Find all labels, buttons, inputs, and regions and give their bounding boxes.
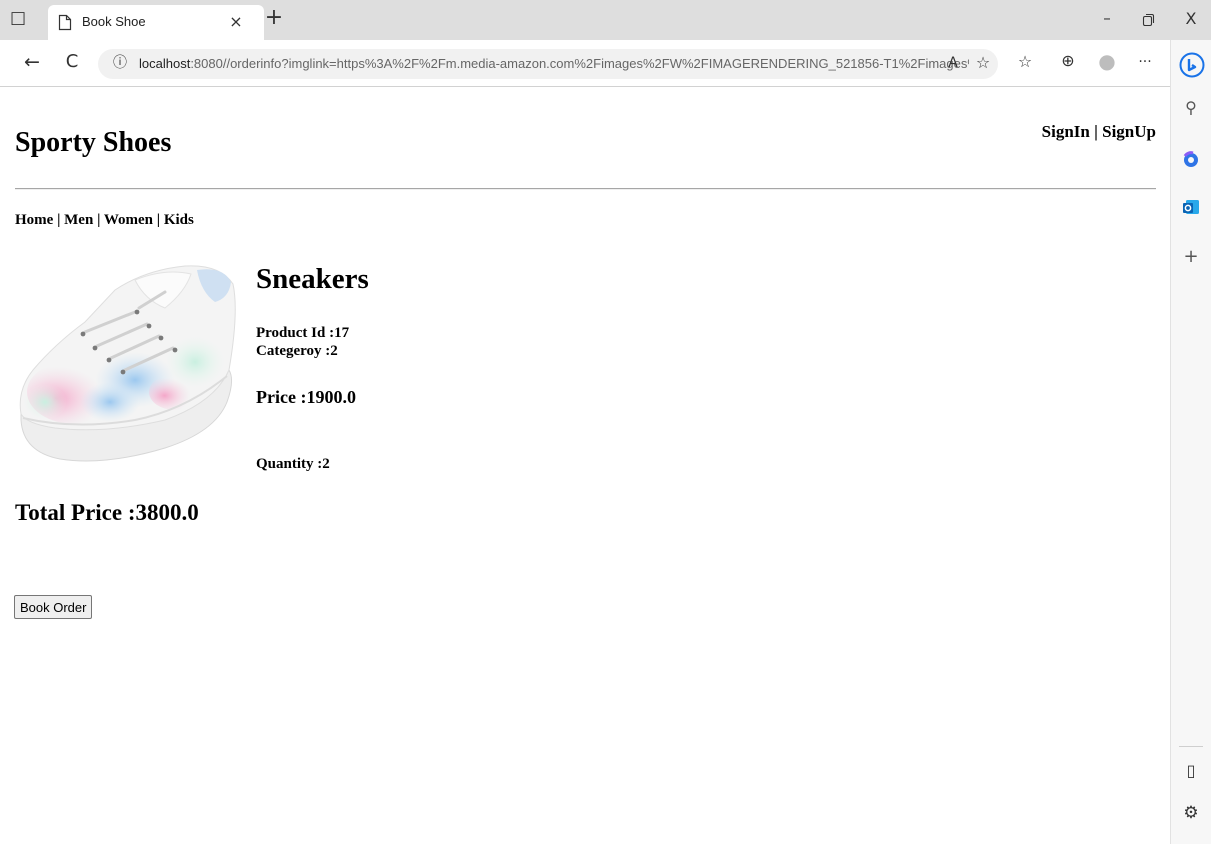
product-image xyxy=(19,265,236,462)
auth-separator: | xyxy=(1089,122,1103,141)
product-id-value: 17 xyxy=(334,325,350,341)
main-nav: Home | Men | Women | Kids xyxy=(15,212,194,229)
total-value: 3800.0 xyxy=(135,500,199,525)
close-tab-icon[interactable]: × xyxy=(228,14,244,30)
total-label: Total Price : xyxy=(15,500,136,525)
product-id: Product Id :17 xyxy=(256,325,349,342)
nav-kids-link[interactable]: Kids xyxy=(164,212,194,228)
site-info-icon[interactable]: ⓘ xyxy=(112,56,128,70)
sidebar-toggle-icon[interactable]: ▯ xyxy=(1181,763,1201,779)
tab-actions-icon[interactable]: □ xyxy=(8,10,28,27)
settings-icon[interactable]: ⚙ xyxy=(1181,805,1201,822)
category-label: Categeroy : xyxy=(256,343,331,359)
edge-sidebar: ⚲ + ▯ ⚙ xyxy=(1170,40,1211,844)
quantity-label: Quantity : xyxy=(256,456,323,472)
product-category: Categeroy :2 xyxy=(256,343,338,360)
collections-icon[interactable]: ⊕ xyxy=(1058,53,1078,69)
browser-tab[interactable]: Book Shoe × xyxy=(48,5,264,40)
back-icon[interactable]: ← xyxy=(20,53,44,72)
nav-women-link[interactable]: Women xyxy=(104,212,153,228)
m365-icon[interactable] xyxy=(1181,150,1201,170)
minimize-icon[interactable]: – xyxy=(1097,11,1117,26)
price-value: 1900.0 xyxy=(306,387,356,407)
auth-links: SignIn | SignUp xyxy=(1042,122,1156,142)
nav-separator: | xyxy=(53,212,65,228)
header-divider xyxy=(15,188,1156,190)
read-aloud-icon[interactable]: A xyxy=(945,56,961,70)
site-title: Sporty Shoes xyxy=(15,127,172,158)
product-name: Sneakers xyxy=(256,263,369,295)
nav-separator: | xyxy=(93,212,104,228)
product-id-label: Product Id : xyxy=(256,325,335,341)
profile-icon[interactable]: ● xyxy=(1096,51,1118,71)
new-tab-icon[interactable]: + xyxy=(264,7,284,29)
url-path: :8080//orderinfo?imglink=https%3A%2F%2Fm… xyxy=(190,56,969,71)
restore-icon[interactable] xyxy=(1141,13,1155,27)
nav-separator: | xyxy=(153,212,164,228)
book-order-button[interactable]: Book Order xyxy=(14,595,93,619)
price-label: Price : xyxy=(256,387,307,407)
close-window-icon[interactable]: X xyxy=(1181,11,1201,27)
add-favorite-icon[interactable]: ☆ xyxy=(974,55,992,71)
refresh-icon[interactable]: C xyxy=(60,53,84,71)
quantity-value: 2 xyxy=(322,456,330,472)
address-bar[interactable]: ⓘ localhost:8080//orderinfo?imglink=http… xyxy=(98,49,998,79)
sidebar-divider xyxy=(1179,746,1203,747)
total-price: Total Price :3800.0 xyxy=(15,500,199,526)
web-page: Sporty Shoes SignIn | SignUp Home | Men … xyxy=(0,87,1170,844)
nav-men-link[interactable]: Men xyxy=(64,212,93,228)
search-icon[interactable]: ⚲ xyxy=(1181,100,1201,116)
url-host: localhost xyxy=(139,56,191,71)
browser-toolbar: ← C ⓘ localhost:8080//orderinfo?imglink=… xyxy=(0,40,1170,87)
add-icon[interactable]: + xyxy=(1181,248,1201,266)
more-icon[interactable]: ··· xyxy=(1134,55,1156,69)
outlook-icon[interactable] xyxy=(1181,197,1201,217)
signup-link[interactable]: SignUp xyxy=(1102,122,1156,141)
favorites-icon[interactable]: ☆ xyxy=(1015,54,1035,70)
product-price: Price :1900.0 xyxy=(256,387,356,408)
tab-title: Book Shoe xyxy=(82,14,146,29)
page-icon xyxy=(58,14,72,31)
category-value: 2 xyxy=(330,343,338,359)
url-text[interactable]: localhost:8080//orderinfo?imglink=https%… xyxy=(139,56,969,71)
bing-copilot-icon[interactable] xyxy=(1179,52,1205,78)
nav-home-link[interactable]: Home xyxy=(15,212,53,228)
signin-link[interactable]: SignIn xyxy=(1042,122,1090,141)
product-quantity: Quantity :2 xyxy=(256,456,330,473)
browser-tab-bar: □ Book Shoe × + – X xyxy=(0,0,1211,40)
